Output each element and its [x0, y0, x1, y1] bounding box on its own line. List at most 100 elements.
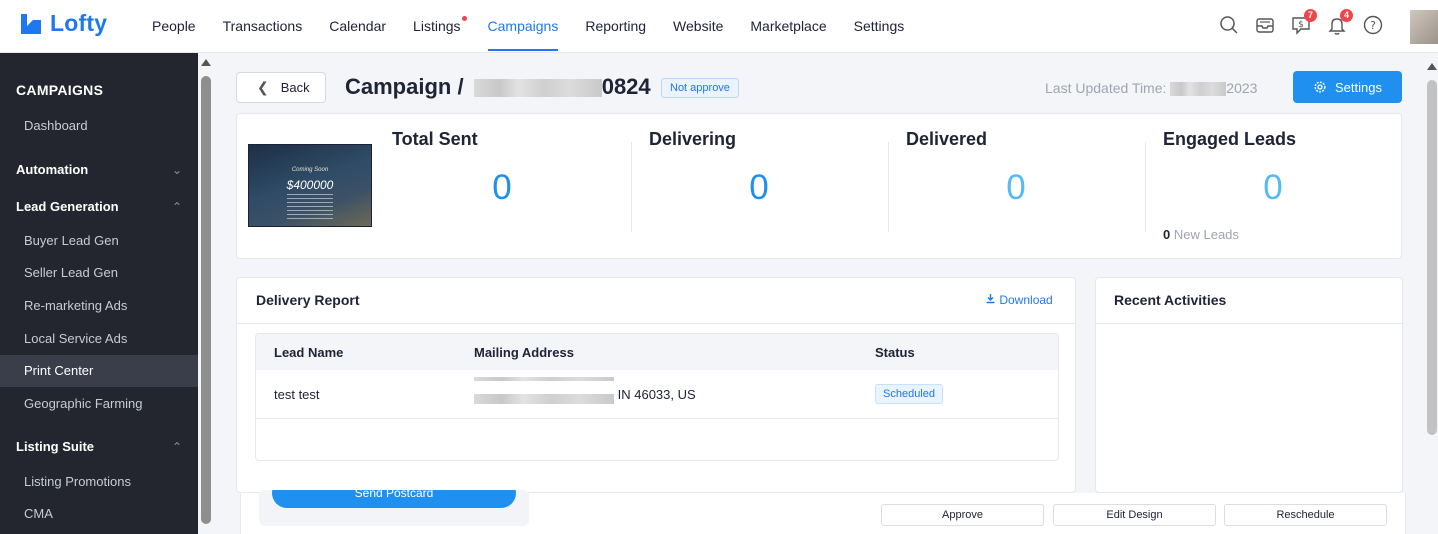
nav-people[interactable]: People	[152, 0, 196, 53]
help-icon[interactable]: ?	[1362, 14, 1384, 36]
stat-label: Delivering	[649, 129, 737, 149]
dollar-chat-icon[interactable]: $ 7	[1290, 9, 1317, 36]
download-label: Download	[999, 293, 1053, 307]
column-header: Mailing Address	[474, 345, 574, 360]
svg-text:$: $	[1298, 20, 1304, 30]
sidebar-item-geographic-farming[interactable]: Geographic Farming	[0, 388, 198, 420]
sidebar-group-listing-suite[interactable]: Listing Suite ⌃	[0, 431, 198, 463]
nav-campaigns[interactable]: Campaigns	[487, 0, 558, 53]
new-leads-number: 0	[1163, 227, 1171, 242]
sidebar-item-dashboard[interactable]: Dashboard	[0, 110, 198, 142]
stat-value: 0	[1263, 168, 1283, 207]
sidebar-item-listing-promotions[interactable]: Listing Promotions	[0, 466, 198, 498]
lofty-logo[interactable]: Lofty	[18, 10, 107, 37]
page-scrollbar-thumb[interactable]	[1427, 80, 1437, 435]
stats-card: Coming Soon $400000 Total Sent 0 Deliver…	[236, 113, 1402, 259]
nav-website[interactable]: Website	[673, 0, 723, 53]
stat-delivered: Delivered 0	[906, 114, 1163, 260]
new-leads-count[interactable]: 0 New Leads	[1163, 227, 1239, 242]
sidebar-item-buyer-lead-gen[interactable]: Buyer Lead Gen	[0, 225, 198, 257]
address-suffix: IN 46033, US	[617, 387, 696, 402]
stat-divider	[1145, 142, 1146, 232]
reschedule-button[interactable]: Reschedule	[1224, 504, 1387, 526]
sidebar-item-cma[interactable]: CMA	[0, 498, 198, 530]
edit-design-button[interactable]: Edit Design	[1053, 504, 1216, 526]
back-button[interactable]: ❮ Back	[236, 72, 326, 103]
brand-name: Lofty	[50, 10, 108, 36]
notification-dot	[461, 16, 467, 21]
bell-badge: 4	[1340, 9, 1353, 22]
column-header: Lead Name	[274, 345, 344, 360]
redacted-text	[1170, 82, 1227, 97]
dollar-chat-badge: 7	[1304, 9, 1317, 22]
download-link[interactable]: Download	[985, 293, 1053, 307]
status-badge: Scheduled	[875, 384, 943, 404]
svg-text:?: ?	[1370, 19, 1376, 32]
sidebar-scrollbar-thumb[interactable]	[201, 76, 211, 524]
sidebar-group-automation[interactable]: Automation ⌄	[0, 154, 198, 186]
chevron-up-icon: ⌃	[171, 440, 182, 454]
nav-listings-label: Listings	[413, 18, 461, 34]
divider	[1096, 323, 1404, 324]
chevron-down-icon: ⌄	[171, 163, 182, 177]
stat-value: 0	[1006, 168, 1026, 207]
stat-value: 0	[749, 168, 769, 207]
new-leads-label: New Leads	[1173, 227, 1239, 242]
recent-activities-card: Recent Activities	[1095, 277, 1404, 493]
sidebar-group-label: Lead Generation	[16, 199, 119, 214]
top-navbar: Lofty People Transactions Calendar Listi…	[0, 0, 1438, 53]
recent-activities-title: Recent Activities	[1114, 292, 1227, 308]
title-prefix: Campaign /	[345, 74, 464, 99]
chevron-left-icon: ❮	[257, 79, 269, 95]
sidebar-group-lead-generation[interactable]: Lead Generation ⌃	[0, 191, 198, 223]
sidebar-item-seller-lead-gen[interactable]: Seller Lead Gen	[0, 257, 198, 289]
main-nav: People Transactions Calendar Listings Ca…	[152, 0, 931, 53]
stat-label: Total Sent	[392, 129, 478, 149]
delivery-report-title: Delivery Report	[256, 292, 360, 308]
settings-label: Settings	[1335, 79, 1382, 95]
search-icon[interactable]	[1218, 14, 1240, 36]
nav-transactions[interactable]: Transactions	[223, 0, 303, 53]
download-icon	[986, 294, 995, 304]
chevron-up-icon: ⌃	[171, 200, 182, 214]
sidebar-item-remarketing-ads[interactable]: Re-marketing Ads	[0, 290, 198, 322]
updated-label: Last Updated Time:	[1045, 80, 1167, 96]
sidebar-item-local-service-ads[interactable]: Local Service Ads	[0, 323, 198, 355]
nav-settings[interactable]: Settings	[854, 0, 905, 53]
status-badge: Not approve	[661, 78, 739, 98]
sidebar: CAMPAIGNS Dashboard Automation ⌄ Lead Ge…	[0, 53, 198, 534]
postcard-thumbnail[interactable]: Coming Soon $400000	[248, 144, 372, 227]
scroll-up-arrow-icon[interactable]	[1427, 63, 1437, 70]
lofty-logo-icon	[21, 13, 41, 34]
lead-name: test test	[274, 387, 320, 402]
toolbar-icons: $ 7 4 ?	[1218, 9, 1398, 36]
user-avatar[interactable]	[1410, 10, 1438, 44]
sidebar-title: CAMPAIGNS	[16, 82, 104, 98]
settings-button[interactable]: Settings	[1293, 71, 1402, 103]
stat-divider	[888, 142, 889, 232]
stat-engaged-leads: Engaged Leads 0 0 New Leads	[1163, 114, 1420, 260]
back-label: Back	[280, 80, 310, 95]
sidebar-group-label: Listing Suite	[16, 439, 94, 454]
inbox-icon[interactable]	[1254, 14, 1276, 36]
nav-reporting[interactable]: Reporting	[585, 0, 646, 53]
sidebar-group-label: Automation	[16, 162, 89, 177]
nav-marketplace[interactable]: Marketplace	[750, 0, 826, 53]
nav-calendar[interactable]: Calendar	[329, 0, 386, 53]
bell-icon[interactable]: 4	[1326, 9, 1353, 36]
nav-listings[interactable]: Listings	[413, 0, 467, 53]
delivery-table: Lead Name Mailing Address Status test te…	[255, 333, 1059, 461]
page-title: Campaign / 0824	[345, 74, 651, 100]
last-updated: Last Updated Time: 2023	[1045, 80, 1258, 97]
scroll-up-arrow-icon[interactable]	[201, 59, 211, 66]
send-postcard-button[interactable]: Send Postcard	[272, 490, 516, 508]
stat-value: 0	[492, 168, 512, 207]
sidebar-item-print-center[interactable]: Print Center	[0, 355, 198, 387]
approve-button[interactable]: Approve	[881, 504, 1044, 526]
postcard-coming-soon: Coming Soon	[291, 167, 329, 173]
table-row[interactable]: test test IN 46033, US Scheduled	[256, 370, 1058, 419]
stat-divider	[631, 142, 632, 232]
updated-suffix: 2023	[1226, 80, 1258, 96]
stat-label: Delivered	[906, 129, 988, 149]
stat-delivering: Delivering 0	[649, 114, 906, 260]
